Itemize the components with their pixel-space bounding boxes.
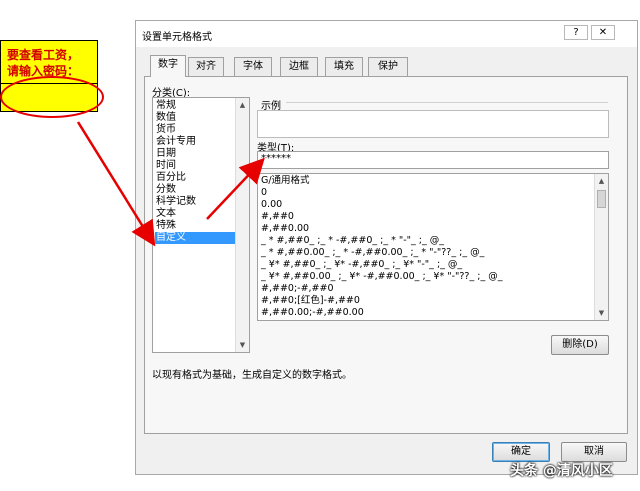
- delete-button[interactable]: 删除(D): [551, 335, 609, 355]
- format-item[interactable]: #,##0.00;-#,##0.00: [261, 307, 364, 319]
- highlight-ellipse: [0, 76, 104, 118]
- type-input[interactable]: ******: [257, 151, 609, 169]
- format-code-list[interactable]: G/通用格式 0 0.00 #,##0 #,##0.00 _ * #,##0_ …: [257, 173, 609, 321]
- format-item[interactable]: _ * #,##0.00_ ;_ * -#,##0.00_ ;_ * "-"??…: [261, 247, 484, 259]
- scroll-down-icon[interactable]: ▼: [238, 340, 247, 350]
- category-currency[interactable]: 货币: [155, 124, 236, 136]
- help-button[interactable]: ?: [564, 25, 588, 40]
- format-item[interactable]: _ ¥* #,##0_ ;_ ¥* -#,##0_ ;_ ¥* "-"_ ;_ …: [261, 259, 462, 271]
- category-special[interactable]: 特殊: [155, 220, 236, 232]
- format-item[interactable]: _ ¥* #,##0.00_ ;_ ¥* -#,##0.00_ ;_ ¥* "-…: [261, 271, 502, 283]
- format-item[interactable]: 0.00: [261, 199, 282, 211]
- format-item[interactable]: G/通用格式: [261, 175, 310, 187]
- format-item[interactable]: #,##0;-#,##0: [261, 283, 334, 295]
- category-scrollbar[interactable]: ▲ ▼: [235, 98, 249, 352]
- tab-protection[interactable]: 保护: [368, 57, 408, 76]
- format-item[interactable]: #,##0;[红色]-#,##0: [261, 295, 360, 307]
- category-fraction[interactable]: 分数: [155, 184, 236, 196]
- description-text: 以现有格式为基础，生成自定义的数字格式。: [152, 370, 352, 381]
- format-item[interactable]: #,##0: [261, 211, 294, 223]
- category-text[interactable]: 文本: [155, 208, 236, 220]
- scroll-thumb[interactable]: [597, 190, 606, 208]
- tab-number[interactable]: 数字: [150, 55, 186, 77]
- close-button[interactable]: ✕: [591, 25, 615, 40]
- cancel-button[interactable]: 取消: [561, 442, 627, 462]
- scroll-up-icon[interactable]: ▲: [238, 100, 247, 110]
- tab-alignment[interactable]: 对齐: [188, 57, 224, 76]
- format-cells-dialog: 设置单元格格式 ? ✕ 数字 对齐 字体 边框 填充 保护 分类(C): 常规 …: [135, 20, 638, 475]
- tab-fill[interactable]: 填充: [325, 57, 363, 76]
- category-accounting[interactable]: 会计专用: [155, 136, 236, 148]
- tab-border[interactable]: 边框: [280, 57, 318, 76]
- dialog-titlebar: 设置单元格格式 ? ✕: [136, 21, 637, 47]
- scroll-up-icon[interactable]: ▲: [597, 176, 606, 186]
- category-list[interactable]: 常规 数值 货币 会计专用 日期 时间 百分比 分数 科学记数 文本 特殊 自定…: [152, 97, 250, 353]
- category-percentage[interactable]: 百分比: [155, 172, 236, 184]
- format-scrollbar[interactable]: ▲ ▼: [594, 174, 608, 320]
- sample-group-line: [286, 102, 608, 103]
- category-custom[interactable]: 自定义: [155, 232, 236, 244]
- tab-font[interactable]: 字体: [234, 57, 272, 76]
- format-item[interactable]: #,##0.00: [261, 223, 309, 235]
- sample-preview: [257, 110, 609, 138]
- watermark-text: 头条 @清风小区: [510, 463, 613, 479]
- ok-button[interactable]: 确定: [492, 442, 550, 462]
- format-item[interactable]: _ * #,##0_ ;_ * -#,##0_ ;_ * "-"_ ;_ @_: [261, 235, 444, 247]
- category-general[interactable]: 常规: [155, 100, 236, 112]
- format-item[interactable]: 0: [261, 187, 267, 199]
- dialog-title: 设置单元格格式: [142, 32, 212, 43]
- category-date[interactable]: 日期: [155, 148, 236, 160]
- category-scientific[interactable]: 科学记数: [155, 196, 236, 208]
- password-note-text: 要查看工资， 请输入密码：: [7, 48, 80, 78]
- scroll-down-icon[interactable]: ▼: [597, 308, 606, 318]
- category-number[interactable]: 数值: [155, 112, 236, 124]
- category-time[interactable]: 时间: [155, 160, 236, 172]
